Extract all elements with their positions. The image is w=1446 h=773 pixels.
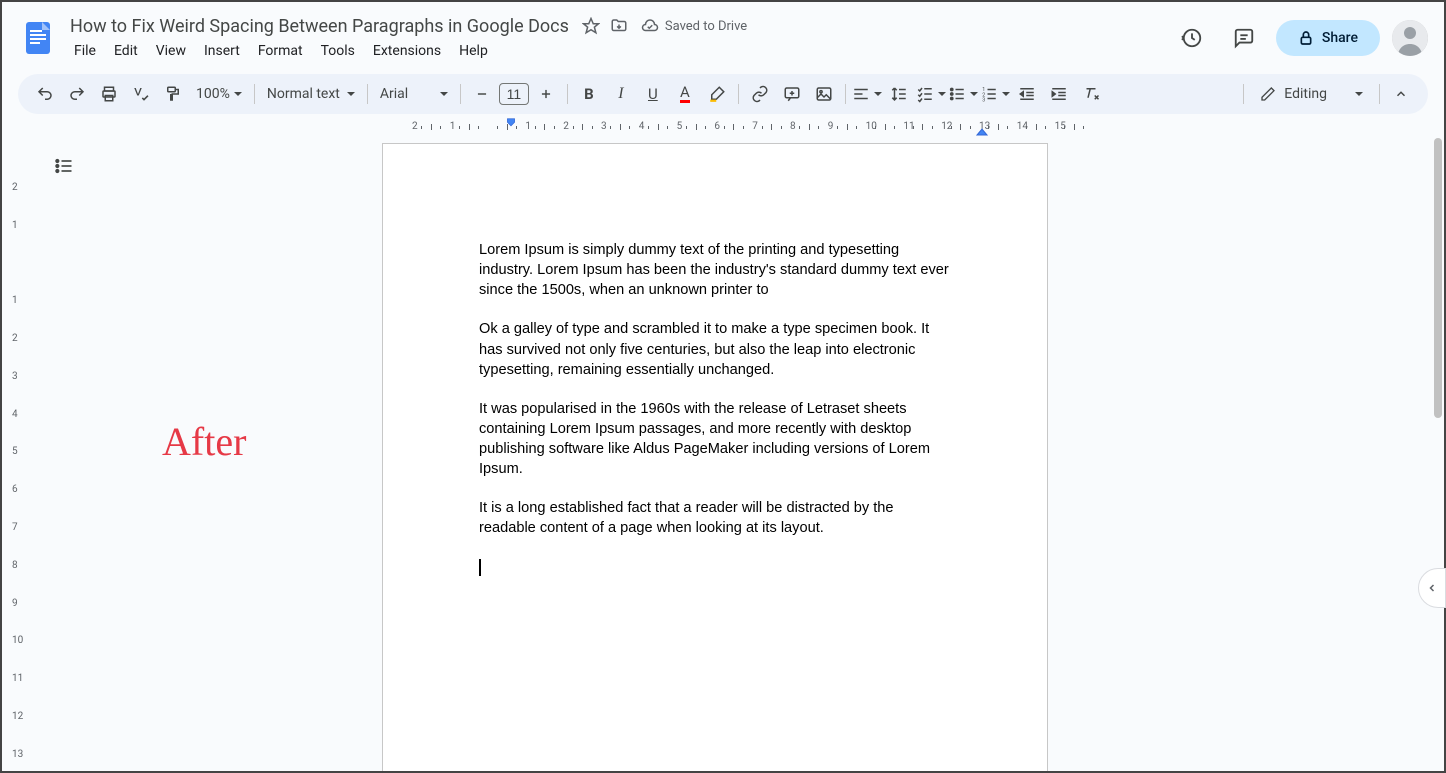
font-size-input[interactable] <box>499 83 529 105</box>
bold-button[interactable]: B <box>574 79 604 109</box>
star-icon[interactable] <box>581 16 601 36</box>
document-title[interactable]: How to Fix Weird Spacing Between Paragra… <box>66 14 573 39</box>
menu-format[interactable]: Format <box>250 39 311 63</box>
user-avatar[interactable] <box>1392 20 1428 56</box>
style-dropdown[interactable]: Normal text <box>261 82 361 106</box>
share-label: Share <box>1322 30 1358 46</box>
paint-format-button[interactable] <box>158 79 188 109</box>
menu-view[interactable]: View <box>148 39 194 63</box>
history-icon[interactable] <box>1172 18 1212 58</box>
paragraph: It is a long established fact that a rea… <box>479 498 951 538</box>
svg-text:3: 3 <box>982 98 985 104</box>
document-page[interactable]: Lorem Ipsum is simply dummy text of the … <box>382 143 1048 771</box>
outline-button[interactable] <box>46 148 82 184</box>
menu-help[interactable]: Help <box>451 39 496 63</box>
image-button[interactable] <box>809 79 839 109</box>
highlight-button[interactable] <box>702 79 732 109</box>
undo-button[interactable] <box>30 79 60 109</box>
menu-tools[interactable]: Tools <box>313 39 363 63</box>
comment-icon[interactable] <box>1224 18 1264 58</box>
increase-indent-button[interactable] <box>1044 79 1074 109</box>
paragraph: Lorem Ipsum is simply dummy text of the … <box>479 240 951 300</box>
horizontal-ruler[interactable]: 21123456789101112131415 <box>34 118 1444 138</box>
print-button[interactable] <box>94 79 124 109</box>
text-cursor <box>479 559 481 576</box>
toolbar: 100% Normal text Arial B I U A 123 Editi… <box>18 74 1428 114</box>
text-color-button[interactable]: A <box>670 79 700 109</box>
indent-marker-right[interactable] <box>976 128 988 136</box>
spellcheck-button[interactable] <box>126 79 156 109</box>
link-button[interactable] <box>745 79 775 109</box>
paragraph: Ok a galley of type and scrambled it to … <box>479 319 951 379</box>
collapse-toolbar-button[interactable] <box>1386 79 1416 109</box>
editing-mode-button[interactable]: Editing <box>1250 82 1373 106</box>
italic-button[interactable]: I <box>606 79 636 109</box>
clear-formatting-button[interactable] <box>1076 79 1106 109</box>
share-button[interactable]: Share <box>1276 20 1380 56</box>
vertical-ruler[interactable]: 2112345678910111213 <box>2 138 34 771</box>
move-icon[interactable] <box>609 16 629 36</box>
redo-button[interactable] <box>62 79 92 109</box>
scrollbar[interactable] <box>1434 138 1442 418</box>
decrease-font-button[interactable] <box>467 79 497 109</box>
line-spacing-button[interactable] <box>884 79 914 109</box>
save-status-text: Saved to Drive <box>665 19 747 34</box>
add-comment-button[interactable] <box>777 79 807 109</box>
numbered-list-button[interactable]: 123 <box>980 79 1010 109</box>
indent-marker-left[interactable] <box>505 118 517 128</box>
zoom-dropdown[interactable]: 100% <box>190 82 248 106</box>
menu-extensions[interactable]: Extensions <box>365 39 449 63</box>
align-button[interactable] <box>852 79 882 109</box>
menu-insert[interactable]: Insert <box>196 39 248 63</box>
document-canvas: After Lorem Ipsum is simply dummy text o… <box>34 138 1444 771</box>
font-dropdown[interactable]: Arial <box>374 82 454 106</box>
increase-font-button[interactable] <box>531 79 561 109</box>
underline-button[interactable]: U <box>638 79 668 109</box>
bulleted-list-button[interactable] <box>948 79 978 109</box>
annotation-text: After <box>162 418 246 465</box>
checklist-button[interactable] <box>916 79 946 109</box>
decrease-indent-button[interactable] <box>1012 79 1042 109</box>
menu-edit[interactable]: Edit <box>106 39 146 63</box>
docs-logo[interactable] <box>18 18 58 58</box>
save-status[interactable]: Saved to Drive <box>641 17 747 35</box>
paragraph: It was popularised in the 1960s with the… <box>479 399 951 480</box>
menu-file[interactable]: File <box>66 39 104 63</box>
